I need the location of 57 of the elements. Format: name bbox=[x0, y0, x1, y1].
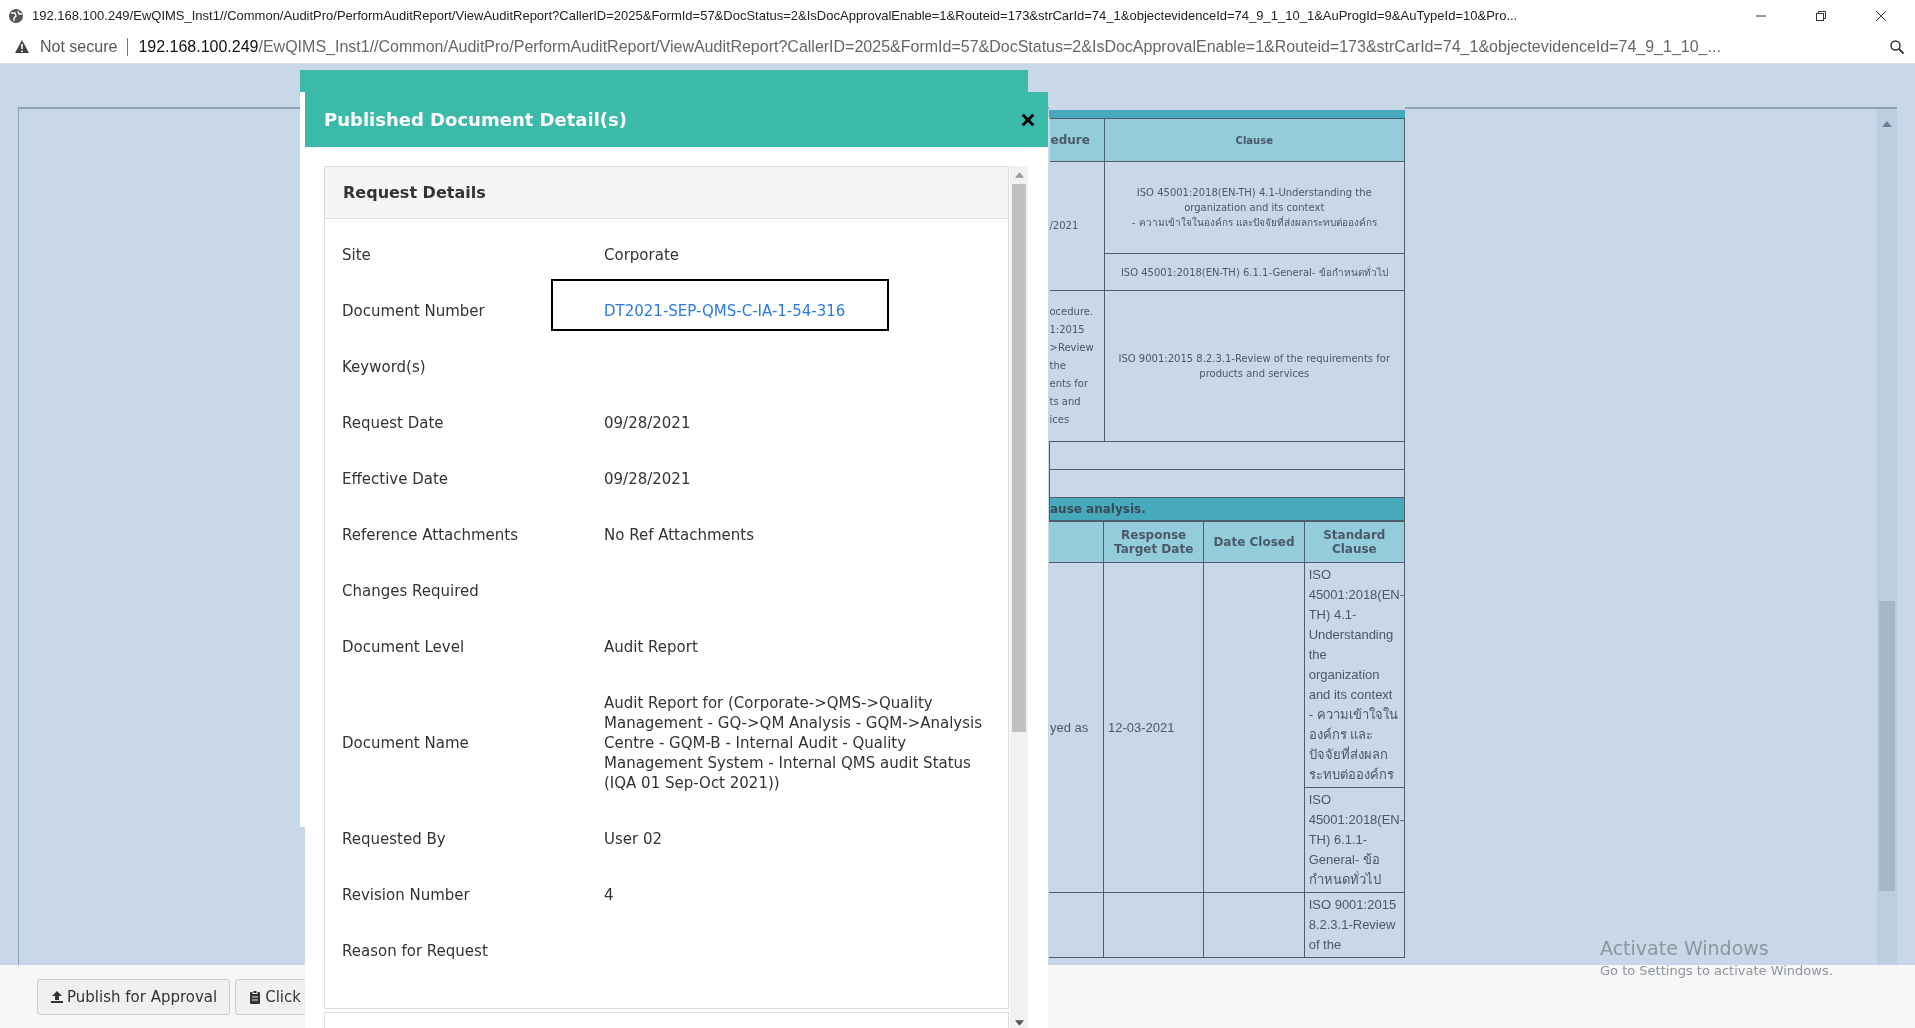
section-header: ause analysis. bbox=[1049, 497, 1405, 521]
upload-icon bbox=[50, 989, 64, 1004]
dialog-title: Published Document Detail(s) bbox=[324, 109, 627, 130]
field-label: Revision Number bbox=[342, 885, 471, 905]
address-field[interactable]: 192.168.100.249/EwQIMS_Inst1//Common/AuditPro/PerformAuditReport/ViewAuditReport?CallerID=2025&FormId=57&DocStatus=2&IsDocApprovalEnable=1&Routeid=173&strCarId=74_1&objectevidenceId=74_9_1_10_... bbox=[138, 38, 1879, 56]
search-icon[interactable] bbox=[1889, 39, 1905, 55]
table-cell: ISO 9001:2015 8.2.3.1-Review of the requirements for products and services bbox=[1104, 290, 1405, 442]
close-icon[interactable] bbox=[1875, 9, 1887, 22]
table-cell: ISO 9001:2015 8.2.3.1-Review of the bbox=[1304, 892, 1405, 958]
column-header: edure bbox=[1049, 118, 1104, 162]
document-link[interactable]: DT2021-SEP-QMS-C-IA-1-54-316 bbox=[604, 302, 846, 320]
activation-title: Activate Windows bbox=[1600, 937, 1770, 959]
field-label: Request Date bbox=[342, 413, 445, 433]
table-cell: ISO 45001:2018(EN-TH) 6.1.1-General- ข้อกำหนดทั่วไป bbox=[1304, 787, 1405, 893]
field-label: Requested By bbox=[342, 829, 447, 849]
table-cell: ISO 45001:2018(EN-TH) 6.1.1-General- ข้อกำหนดทั่วไป bbox=[1104, 253, 1405, 291]
scrollbar[interactable] bbox=[1010, 166, 1028, 1028]
column-header: Date Closed bbox=[1203, 521, 1305, 563]
field-label: Keyword(s) bbox=[342, 357, 427, 377]
clipboard-icon bbox=[248, 989, 263, 1004]
footer-button[interactable]: Publish for Approval bbox=[37, 978, 231, 1015]
field-label: Document Number bbox=[342, 301, 486, 321]
field-label: Reference Attachments bbox=[342, 525, 520, 545]
panel-title: Request Details bbox=[343, 183, 486, 202]
field-label: Document Level bbox=[342, 637, 466, 657]
scroll-down-icon[interactable] bbox=[1014, 1020, 1024, 1026]
column-header: Response Target Date bbox=[1103, 521, 1204, 563]
table-cell: 12-03-2021 bbox=[1108, 719, 1175, 735]
field-value: No Ref Attachments bbox=[604, 526, 754, 544]
field-value: 09/28/2021 bbox=[604, 414, 691, 432]
field-value: Corporate bbox=[604, 246, 679, 264]
globe-icon bbox=[8, 7, 24, 24]
window-title: 192.168.100.249/EwQIMS_Inst1//Common/AuditPro/PerformAuditReport/ViewAuditReport?CallerID=2025&FormId=57&DocStatus=2&IsDocApprovalEnable=1&Routeid=173&strCarId=74_1&objectevidenceId=74_9_1_10_1&AuProgId=9&AuTypeId=10&Pro... bbox=[32, 8, 1519, 23]
field-value: Audit Report for (Corporate->QMS->Quality Management - GQ->QM Analysis - GQM->Analysis Centre - GQM-B - Internal Audit - Quality Management System - Internal QMS audit Status (IQA 01 Sep-Oct 2021)) bbox=[604, 694, 982, 792]
field-value: User 02 bbox=[604, 830, 663, 848]
activation-subtitle: Go to Settings to activate Windows. bbox=[1600, 963, 1833, 978]
field-label: Changes Required bbox=[342, 581, 480, 601]
field-value: Audit Report bbox=[604, 638, 698, 656]
table-cell: ocedure. 1:2015 >Review the ents for ts and ices bbox=[1049, 290, 1104, 442]
field-label: Site bbox=[342, 245, 372, 265]
table-cell: /2021 bbox=[1049, 161, 1104, 291]
security-label: Not secure bbox=[40, 38, 118, 56]
column-header: Standard Clause bbox=[1304, 521, 1405, 563]
warning-icon bbox=[14, 39, 30, 55]
field-label: Document Name bbox=[342, 733, 470, 753]
close-icon[interactable] bbox=[1021, 112, 1035, 127]
field-value: 09/28/2021 bbox=[604, 470, 691, 488]
restore-icon[interactable] bbox=[1815, 9, 1827, 22]
table-cell: ISO 45001:2018(EN-TH) 4.1-Understanding the organization and its context - ความเข้าใจในองค์กร และปัจจัยที่ส่งผลกระทบต่อองค์กร bbox=[1104, 161, 1405, 254]
field-label: Reason for Request bbox=[342, 941, 489, 961]
scrollbar[interactable] bbox=[1877, 109, 1897, 965]
table-cell: ISO 45001:2018(EN-TH) 4.1-Understanding the organization and its context - ความเข้าใจในองค์กร และปัจจัยที่ส่งผลกระทบต่อองค์กร bbox=[1304, 562, 1405, 788]
field-value: 4 bbox=[604, 886, 614, 904]
field-label: Effective Date bbox=[342, 469, 450, 489]
column-header: Clause bbox=[1104, 118, 1405, 162]
scroll-up-icon[interactable] bbox=[1882, 121, 1892, 127]
table-cell: yed as bbox=[1050, 719, 1089, 735]
